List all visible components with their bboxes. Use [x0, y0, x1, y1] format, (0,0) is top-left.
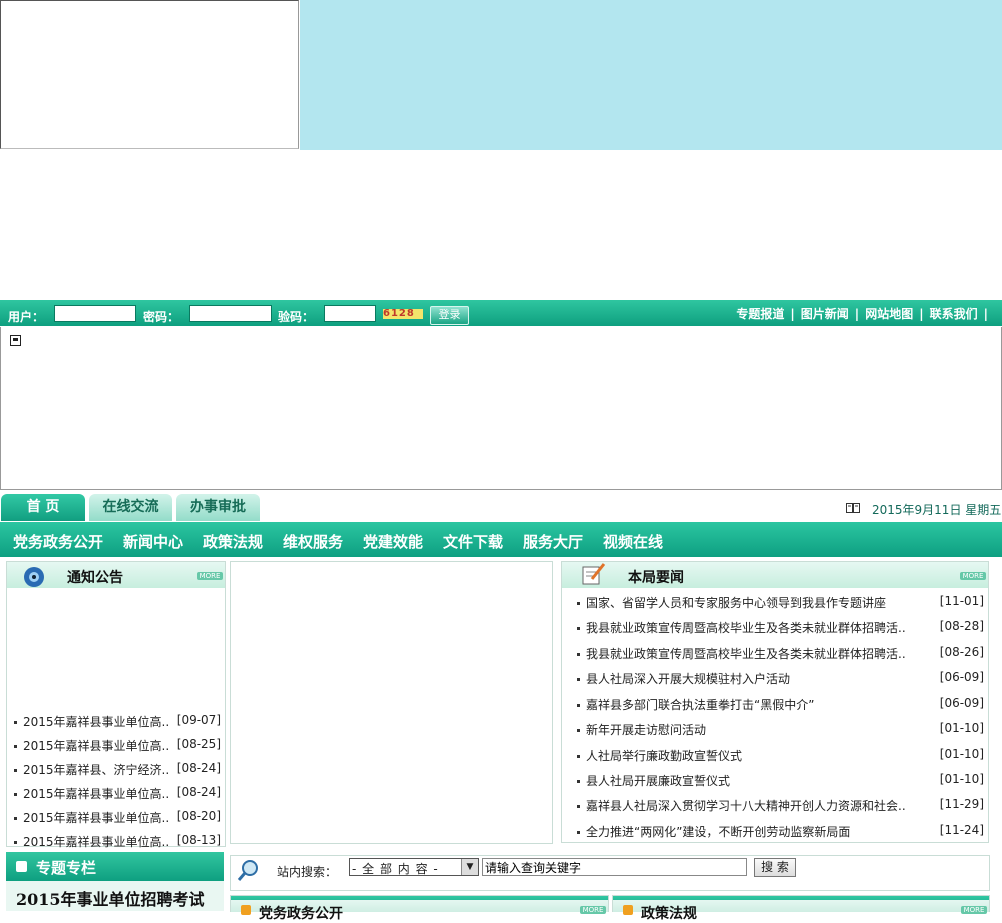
news-title: 本局要闻: [628, 570, 684, 586]
tab-home[interactable]: 首 页: [1, 494, 85, 521]
special-column-title: 专题专栏: [36, 859, 97, 877]
nav-video[interactable]: 视频在线: [603, 531, 663, 552]
list-item[interactable]: 2015年嘉祥县事业单位高.. [08-25]: [7, 731, 225, 755]
list-item[interactable]: 全力推进“两网化”建设，不断开创劳动监察新局面 [11-24]: [562, 817, 988, 841]
search-scope-select[interactable]: - 全 部 内 容 - ▼: [349, 858, 479, 876]
scroll-icon: [10, 335, 21, 346]
login-bar: 用户： 密码： 验码： 6128 登录 专题报道 | 图片新闻 | 网站地图 | 联系我们 |: [0, 300, 1002, 326]
nav-party-affairs[interactable]: 党务政务公开: [13, 531, 103, 552]
list-item[interactable]: 2015年嘉祥县事业单位高.. [08-24]: [7, 779, 225, 803]
list-item[interactable]: 2015年嘉祥县事业单位高.. [08-20]: [7, 803, 225, 827]
party-affairs-panel: 党务政务公开 MORE: [230, 895, 609, 922]
search-button[interactable]: 搜 索: [754, 858, 796, 877]
list-item[interactable]: 2015年嘉祥县事业单位高.. [09-07]: [7, 707, 225, 731]
tab-online-exchange[interactable]: 在线交流: [89, 494, 172, 521]
list-item[interactable]: 国家、省留学人员和专家服务中心领导到我县作专题讲座 [11-01]: [562, 588, 988, 612]
main-nav: 党务政务公开 新闻中心 政策法规 维权服务 党建效能 文件下载 服务大厅 视频在…: [0, 522, 1002, 557]
book-icon: [846, 503, 860, 513]
password-input[interactable]: [189, 305, 272, 322]
policy-title: 政策法规: [641, 906, 697, 922]
login-button[interactable]: 登录: [430, 306, 469, 325]
username-input[interactable]: [54, 305, 136, 322]
party-affairs-title: 党务政务公开: [259, 906, 343, 922]
list-item[interactable]: 我县就业政策宣传周暨高校毕业生及各类未就业群体招聘活.. [08-28]: [562, 613, 988, 637]
list-item[interactable]: 我县就业政策宣传周暨高校毕业生及各类未就业群体招聘活.. [08-26]: [562, 639, 988, 663]
special-column-header: 专题专栏: [6, 852, 224, 881]
search-label: 站内搜索：: [277, 865, 338, 879]
nav-party-building[interactable]: 党建效能: [363, 531, 423, 552]
news-header: 本局要闻 MORE: [562, 562, 988, 588]
link-special-report[interactable]: 专题报道: [736, 307, 784, 321]
speaker-icon: [24, 567, 44, 587]
list-item[interactable]: 县人社局深入开展大规模驻村入户活动 [06-09]: [562, 664, 988, 688]
site-search-bar: 站内搜索： - 全 部 内 容 - ▼ 搜 索: [230, 855, 990, 891]
magnifier-icon: [237, 860, 258, 881]
notice-panel: 通知公告 MORE 2015年嘉祥县事业单位高.. [09-07] 2015年嘉祥…: [6, 561, 226, 849]
photo-news-box: [230, 561, 553, 844]
list-item[interactable]: 嘉祥县人社局深入贯彻学习十八大精神开创人力资源和社会.. [11-29]: [562, 791, 988, 815]
top-links: 专题报道 | 图片新闻 | 网站地图 | 联系我们 |: [736, 307, 988, 321]
link-contact-us[interactable]: 联系我们: [930, 307, 978, 321]
list-item[interactable]: 人社局举行廉政勤政宣誓仪式 [01-10]: [562, 741, 988, 765]
scroll-notice-box: [0, 327, 1002, 490]
nav-service-hall[interactable]: 服务大厅: [523, 531, 583, 552]
user-label: 用户：: [8, 310, 45, 324]
nav-news-center[interactable]: 新闻中心: [123, 531, 183, 552]
special-promo-text: 2015年事业单位招聘考试: [16, 890, 205, 909]
banner-flash-box: [0, 0, 299, 149]
doc-icon: [241, 905, 251, 915]
news-more-button[interactable]: MORE: [960, 572, 986, 580]
policy-more-button[interactable]: MORE: [961, 906, 987, 914]
list-item[interactable]: 新年开展走访慰问活动 [01-10]: [562, 715, 988, 739]
list-item[interactable]: 嘉祥县多部门联合执法重拳打击“黑假中介” [06-09]: [562, 690, 988, 714]
policy-panel: 政策法规 MORE: [612, 895, 990, 922]
captcha-input[interactable]: [324, 305, 376, 322]
captcha-image: 6128: [383, 309, 423, 319]
notice-more-button[interactable]: MORE: [197, 572, 223, 580]
chevron-down-icon[interactable]: ▼: [461, 859, 478, 875]
search-input[interactable]: [482, 858, 747, 876]
pencil-icon: [16, 861, 27, 872]
captcha-label: 验码：: [278, 310, 315, 324]
nav-downloads[interactable]: 文件下载: [443, 531, 503, 552]
note-icon: [582, 563, 606, 585]
current-date: 2015年9月11日 星期五: [872, 503, 1002, 517]
list-item[interactable]: 2015年嘉祥县、济宁经济.. [08-24]: [7, 755, 225, 779]
link-photo-news[interactable]: 图片新闻: [801, 307, 849, 321]
list-item[interactable]: 县人社局开展廉政宣誓仪式 [01-10]: [562, 766, 988, 790]
tab-approval[interactable]: 办事审批: [176, 494, 260, 521]
banner-image: [300, 0, 1002, 150]
doc-icon: [623, 905, 633, 915]
notice-header: 通知公告 MORE: [7, 562, 225, 588]
nav-rights[interactable]: 维权服务: [283, 531, 343, 552]
party-affairs-more-button[interactable]: MORE: [580, 906, 606, 914]
list-item[interactable]: 2015年嘉祥县事业单位高.. [08-13]: [7, 827, 225, 851]
news-panel: 本局要闻 MORE 国家、省留学人员和专家服务中心领导到我县作专题讲座 [11-0…: [561, 561, 989, 843]
notice-title: 通知公告: [67, 570, 123, 586]
nav-policy[interactable]: 政策法规: [203, 531, 263, 552]
special-promo-banner[interactable]: 2015年事业单位招聘考试: [6, 881, 224, 911]
password-label: 密码：: [143, 310, 180, 324]
link-site-map[interactable]: 网站地图: [865, 307, 913, 321]
